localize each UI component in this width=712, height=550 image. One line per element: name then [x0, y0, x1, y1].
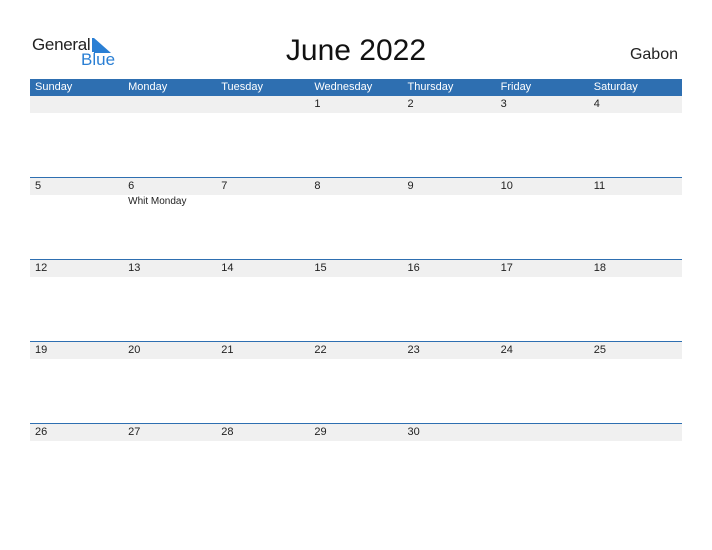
holiday-label	[30, 441, 123, 442]
holiday-label	[123, 113, 216, 114]
weekday-monday: Monday	[128, 81, 168, 93]
holiday-label	[403, 277, 496, 278]
day-number: 22	[314, 344, 327, 356]
holiday-label	[216, 113, 309, 114]
date-strip: 19 20 21 22 23 24 25	[30, 342, 682, 359]
date-strip: 12 13 14 15 16 17 18	[30, 260, 682, 277]
day-number: 4	[593, 98, 600, 110]
day-number: 27	[128, 426, 141, 438]
calendar-grid: Sunday Monday Tuesday Wednesday Thursday…	[30, 79, 682, 505]
weekday-friday: Friday	[500, 81, 532, 93]
holiday-label	[30, 113, 123, 114]
holiday-label	[589, 277, 682, 278]
events-row	[30, 277, 682, 278]
holiday-label	[309, 359, 402, 360]
week-row: 5 6 7 8 9 10 11 Whit Monday	[30, 177, 682, 259]
holiday-label	[216, 359, 309, 360]
day-number: 1	[314, 98, 321, 110]
holiday-label	[216, 195, 309, 207]
date-strip: 1 2 3 4	[30, 96, 682, 113]
weekday-thursday: Thursday	[407, 81, 454, 93]
day-number: 13	[128, 262, 141, 274]
events-row	[30, 113, 682, 114]
day-number: 15	[314, 262, 327, 274]
day-number: 6	[128, 180, 135, 192]
holiday-label	[309, 441, 402, 442]
day-number: 3	[500, 98, 507, 110]
events-row	[30, 441, 682, 442]
holiday-label	[496, 195, 589, 207]
day-number: 29	[314, 426, 327, 438]
holiday-label	[403, 441, 496, 442]
holiday-label	[30, 359, 123, 360]
day-number: 16	[407, 262, 420, 274]
holiday-label	[309, 195, 402, 207]
holiday-label	[30, 195, 123, 207]
holiday-label	[123, 277, 216, 278]
holiday-label	[123, 359, 216, 360]
holiday-label	[403, 359, 496, 360]
day-number: 14	[221, 262, 234, 274]
day-number	[123, 96, 216, 113]
holiday-label	[589, 113, 682, 114]
holiday-label	[123, 441, 216, 442]
weekday-tuesday: Tuesday	[221, 81, 264, 93]
weekday-saturday: Saturday	[593, 81, 638, 93]
holiday-label	[309, 113, 402, 114]
holiday-label	[30, 277, 123, 278]
holiday-label: Whit Monday	[128, 196, 187, 207]
week-row: 1 2 3 4	[30, 96, 682, 177]
day-number: 19	[35, 344, 48, 356]
day-number: 28	[221, 426, 234, 438]
day-number: 26	[35, 426, 48, 438]
day-number: 25	[593, 344, 606, 356]
holiday-label	[496, 277, 589, 278]
holiday-label	[403, 195, 496, 207]
day-number: 9	[407, 180, 414, 192]
holiday-label	[589, 359, 682, 360]
events-row	[30, 359, 682, 360]
events-row: Whit Monday	[30, 195, 682, 207]
holiday-label	[589, 195, 682, 207]
date-strip: 5 6 7 8 9 10 11	[30, 178, 682, 195]
day-number: 17	[500, 262, 513, 274]
week-row: 12 13 14 15 16 17 18	[30, 259, 682, 341]
holiday-label	[216, 441, 309, 442]
day-number: 12	[35, 262, 48, 274]
day-number: 2	[407, 98, 414, 110]
page-title: June 2022	[285, 34, 427, 67]
day-number: 7	[221, 180, 228, 192]
holiday-label	[589, 441, 682, 442]
week-row: 19 20 21 22 23 24 25	[30, 341, 682, 423]
holiday-label	[496, 113, 589, 114]
holiday-label	[216, 277, 309, 278]
holiday-label	[496, 441, 589, 442]
day-number	[216, 96, 309, 113]
country-label: Gabon	[629, 46, 678, 63]
day-number: 24	[500, 344, 513, 356]
holiday-label	[309, 277, 402, 278]
day-number: 18	[593, 262, 606, 274]
day-number	[589, 424, 682, 441]
day-number: 11	[593, 180, 606, 192]
day-number: 30	[407, 426, 420, 438]
day-number: 21	[221, 344, 234, 356]
day-number: 23	[407, 344, 420, 356]
weekday-sunday: Sunday	[35, 81, 73, 93]
week-row: 26 27 28 29 30	[30, 423, 682, 505]
day-number	[496, 424, 589, 441]
day-number: 10	[500, 180, 513, 192]
holiday-label	[403, 113, 496, 114]
holiday-label	[496, 359, 589, 360]
day-number: 8	[314, 180, 321, 192]
date-strip: 26 27 28 29 30	[30, 424, 682, 441]
weekday-header: Sunday Monday Tuesday Wednesday Thursday…	[30, 79, 682, 96]
weekday-wednesday: Wednesday	[314, 81, 373, 93]
day-number	[30, 96, 123, 113]
day-number: 5	[35, 180, 42, 192]
day-number: 20	[128, 344, 141, 356]
